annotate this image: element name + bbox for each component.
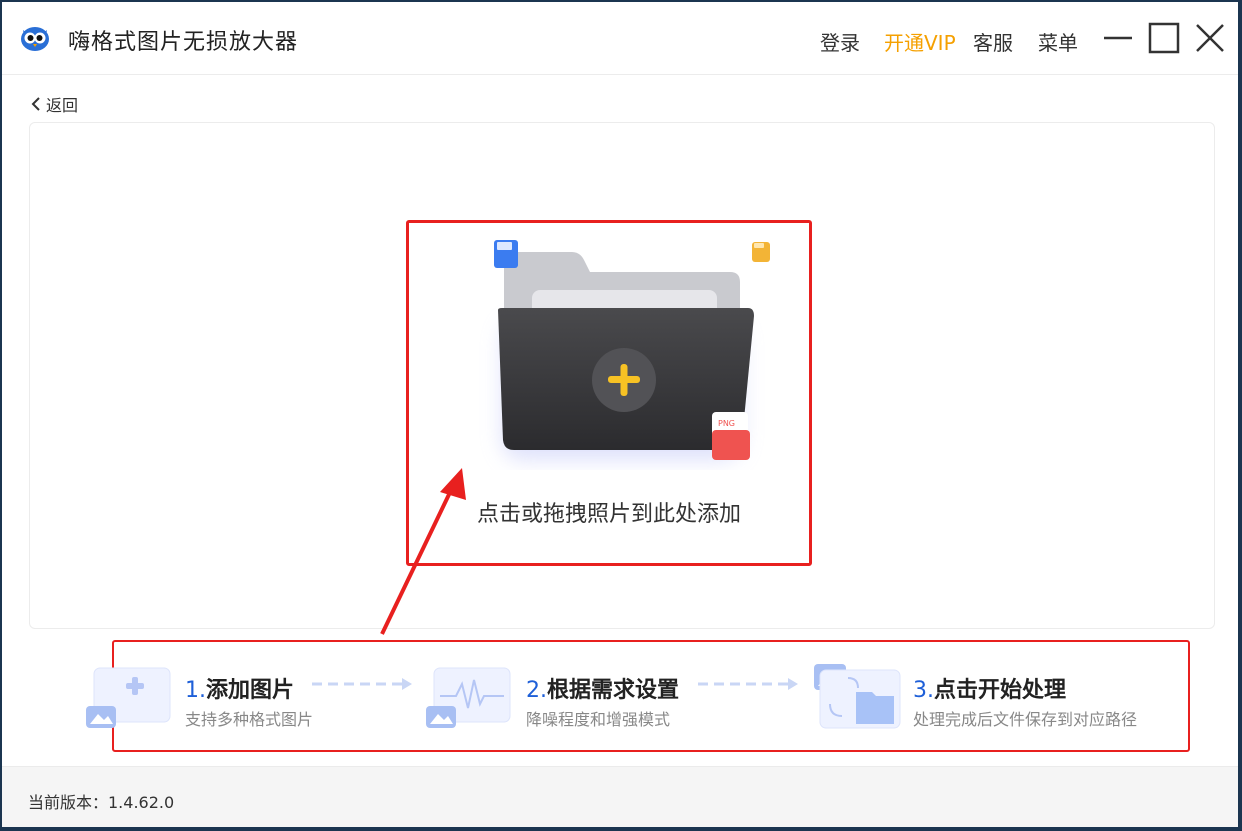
step-2-title: 2.根据需求设置 bbox=[526, 678, 680, 703]
dash-arrow-icon bbox=[698, 678, 798, 690]
close-icon[interactable] bbox=[1190, 18, 1230, 58]
app-window: 嗨格式图片无损放大器 登录 开通VIP 客服 菜单 返回 PNG 点击或拖拽照片… bbox=[2, 2, 1238, 827]
add-image-step-icon bbox=[86, 667, 171, 728]
chevron-left-icon bbox=[31, 97, 40, 111]
login-button[interactable]: 登录 bbox=[820, 27, 860, 56]
step-1-title: 1.添加图片 bbox=[185, 678, 295, 703]
title-bar: 嗨格式图片无损放大器 登录 开通VIP 客服 菜单 bbox=[2, 2, 1238, 75]
step-2-desc: 降噪程度和增强模式 bbox=[526, 710, 671, 729]
step-1-desc: 支持多种格式图片 bbox=[185, 710, 314, 729]
vip-button[interactable]: 开通VIP bbox=[884, 27, 956, 56]
back-label: 返回 bbox=[46, 96, 79, 115]
step-3-desc: 处理完成后文件保存到对应路径 bbox=[913, 710, 1138, 729]
process-step-icon bbox=[814, 664, 901, 729]
menu-button[interactable]: 菜单 bbox=[1038, 27, 1078, 56]
settings-step-icon bbox=[426, 667, 511, 728]
back-button[interactable]: 返回 bbox=[30, 92, 78, 116]
owl-logo-icon bbox=[21, 27, 49, 51]
status-bar: 当前版本：1.4.62.0 bbox=[2, 766, 1238, 827]
dash-arrow-icon bbox=[312, 678, 412, 690]
version-label: 当前版本：1.4.62.0 bbox=[28, 793, 175, 812]
annotation-arrow-icon bbox=[380, 468, 466, 635]
minimize-icon[interactable] bbox=[1098, 18, 1138, 58]
service-button[interactable]: 客服 bbox=[973, 27, 1013, 56]
app-title: 嗨格式图片无损放大器 bbox=[68, 30, 299, 55]
maximize-icon[interactable] bbox=[1144, 18, 1184, 58]
step-3-title: 3.点击开始处理 bbox=[913, 678, 1067, 703]
